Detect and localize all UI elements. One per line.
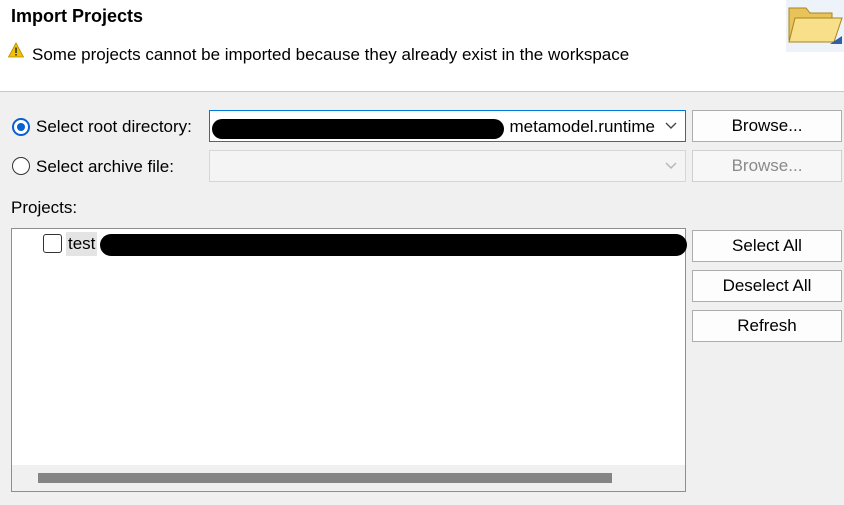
root-directory-radio[interactable] bbox=[12, 118, 30, 136]
browse-directory-button[interactable]: Browse... bbox=[692, 110, 842, 142]
browse-archive-button[interactable]: Browse... bbox=[692, 150, 842, 182]
chevron-down-icon[interactable] bbox=[664, 120, 678, 132]
folder-icon bbox=[786, 0, 844, 52]
dialog-header: Import Projects Some projects cannot be … bbox=[0, 0, 844, 92]
redacted-project-name bbox=[100, 234, 687, 256]
root-directory-value: metamodel.runtime bbox=[509, 117, 655, 136]
root-directory-combo[interactable]: metamodel.runtime bbox=[209, 110, 686, 142]
horizontal-scrollbar[interactable] bbox=[12, 465, 685, 491]
warning-message: Some projects cannot be imported because… bbox=[32, 45, 630, 64]
scrollbar-thumb[interactable] bbox=[38, 473, 612, 483]
root-directory-label[interactable]: Select root directory: bbox=[36, 117, 192, 137]
redacted-path bbox=[212, 119, 504, 139]
warning-icon bbox=[8, 42, 24, 58]
archive-file-combo[interactable] bbox=[209, 150, 686, 182]
refresh-button[interactable]: Refresh bbox=[692, 310, 842, 342]
projects-label: Projects: bbox=[11, 198, 78, 217]
dialog-title: Import Projects bbox=[11, 6, 144, 26]
project-label[interactable]: test bbox=[66, 232, 98, 256]
project-name: test bbox=[68, 234, 96, 253]
select-all-button[interactable]: Select All bbox=[692, 230, 842, 262]
archive-file-label[interactable]: Select archive file: bbox=[36, 157, 174, 177]
chevron-down-icon[interactable] bbox=[664, 160, 678, 172]
archive-file-radio[interactable] bbox=[12, 157, 30, 175]
deselect-all-button[interactable]: Deselect All bbox=[692, 270, 842, 302]
project-checkbox[interactable] bbox=[43, 234, 62, 253]
projects-tree[interactable]: test bbox=[11, 228, 687, 492]
